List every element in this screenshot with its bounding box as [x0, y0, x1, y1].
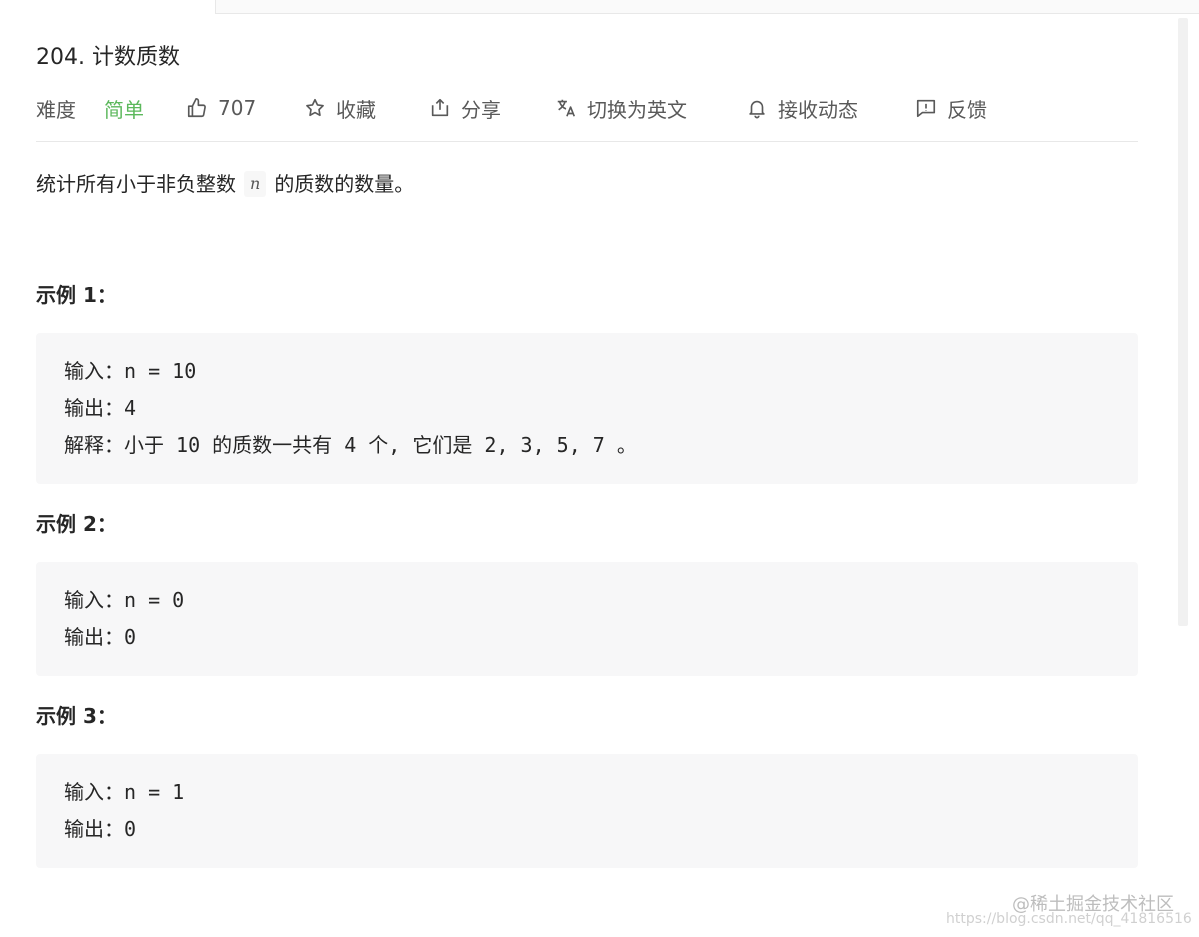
- output-value: 4: [124, 396, 137, 420]
- description-text-start: 统计所有小于非负整数: [36, 172, 236, 196]
- input-label: 输入：: [64, 359, 124, 383]
- example-2-title: 示例 2：: [36, 512, 117, 536]
- difficulty: 难度 简单: [36, 88, 144, 128]
- input-label: 输入：: [64, 780, 124, 804]
- watermark-url: https://blog.csdn.net/qq_41816516: [946, 911, 1192, 927]
- example-3-title: 示例 3：: [36, 704, 117, 728]
- difficulty-label: 难度: [36, 97, 76, 122]
- share-icon: [431, 98, 449, 117]
- problem-description: 统计所有小于非负整数 n 的质数的数量。: [36, 168, 1138, 200]
- problem-meta-bar: 难度 简单 707 收藏 分享 切换为英文 接收动态 反馈: [36, 88, 1138, 128]
- thumbs-up-icon: [187, 98, 206, 118]
- divider: [36, 141, 1138, 142]
- output-value: 0: [124, 817, 137, 841]
- example-2-input: 输入：n = 0: [64, 582, 1110, 619]
- example-1-output: 输出：4: [64, 390, 1110, 427]
- bell-icon: [749, 100, 765, 119]
- translate-icon: [557, 99, 576, 117]
- problem-content: 204. 计数质数 难度 简单 707 收藏 分享 切换为英文 接收动态 反馈 …: [36, 40, 1138, 868]
- output-label: 输出：: [64, 396, 124, 420]
- favorite-label: 收藏: [336, 97, 376, 122]
- inline-variable: n: [244, 171, 267, 197]
- switch-language-button[interactable]: 切换为英文: [555, 88, 687, 128]
- difficulty-value: 简单: [104, 97, 144, 122]
- input-value: n = 0: [124, 588, 185, 612]
- example-3-input: 输入：n = 1: [64, 774, 1110, 811]
- inactive-tab[interactable]: [215, 0, 1199, 14]
- explanation-label: 解释：: [64, 433, 124, 457]
- share-button[interactable]: 分享: [429, 88, 501, 128]
- example-1-explanation: 解释：小于 10 的质数一共有 4 个, 它们是 2, 3, 5, 7 。: [64, 427, 1110, 464]
- scrollbar[interactable]: [1178, 18, 1188, 626]
- input-label: 输入：: [64, 588, 124, 612]
- like-button[interactable]: 707: [186, 88, 256, 128]
- example-2-box: 输入：n = 0 输出：0: [36, 562, 1138, 676]
- output-value: 0: [124, 625, 137, 649]
- example-2-output: 输出：0: [64, 619, 1110, 656]
- share-label: 分享: [461, 97, 501, 122]
- star-icon: [306, 98, 324, 117]
- explanation-value: 小于 10 的质数一共有 4 个, 它们是 2, 3, 5, 7 。: [124, 433, 637, 457]
- feedback-button[interactable]: 反馈: [915, 88, 987, 128]
- input-value: n = 10: [124, 359, 197, 383]
- feedback-label: 反馈: [947, 97, 987, 122]
- feedback-icon: [916, 99, 936, 118]
- example-3-box: 输入：n = 1 输出：0: [36, 754, 1138, 868]
- favorite-button[interactable]: 收藏: [304, 88, 376, 128]
- input-value: n = 1: [124, 780, 185, 804]
- example-3-output: 输出：0: [64, 811, 1110, 848]
- example-1-title: 示例 1：: [36, 283, 117, 307]
- subscribe-label: 接收动态: [778, 97, 858, 122]
- switch-language-label: 切换为英文: [587, 97, 687, 122]
- description-text-end: 的质数的数量。: [274, 172, 415, 196]
- output-label: 输出：: [64, 817, 124, 841]
- example-1-box: 输入：n = 10 输出：4 解释：小于 10 的质数一共有 4 个, 它们是 …: [36, 333, 1138, 484]
- example-1-input: 输入：n = 10: [64, 353, 1110, 390]
- top-tab-strip: [0, 0, 1199, 14]
- output-label: 输出：: [64, 625, 124, 649]
- problem-title: 204. 计数质数: [36, 45, 180, 70]
- subscribe-button[interactable]: 接收动态: [746, 88, 858, 128]
- like-count: 707: [218, 96, 257, 120]
